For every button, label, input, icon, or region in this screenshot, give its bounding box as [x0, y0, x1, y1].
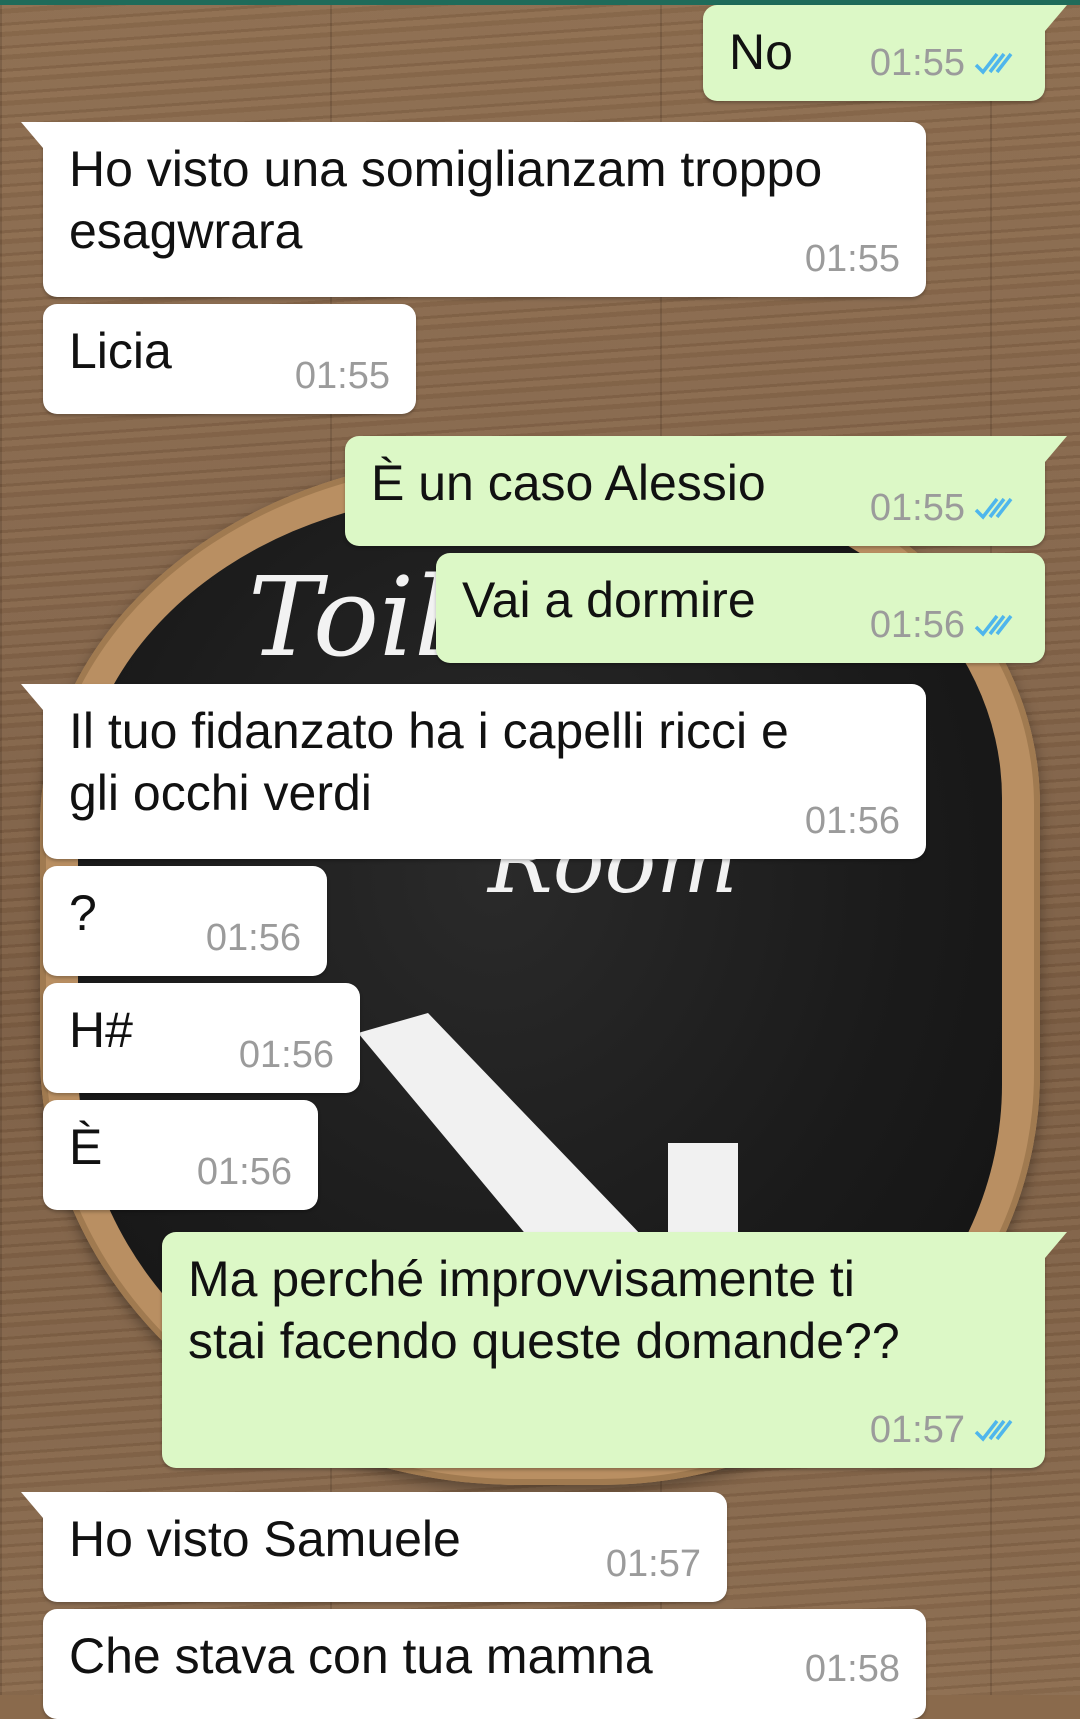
- message-time: 01:58: [804, 1648, 900, 1690]
- message-text: Ho visto una somiglianzam troppo esagwra…: [69, 141, 823, 259]
- message-text: Ma perché improvvisamente ti stai facend…: [188, 1251, 900, 1369]
- message-meta: 01:57: [870, 1410, 1019, 1450]
- message-time: 01:55: [294, 355, 390, 397]
- message-meta: 01:55: [805, 239, 900, 279]
- message-time: 01:57: [605, 1543, 701, 1585]
- outgoing-message[interactable]: Vai a dormire 01:56: [436, 553, 1045, 663]
- message-meta: 01:56: [870, 605, 1019, 645]
- message-meta: 01:55: [870, 488, 1019, 528]
- incoming-message[interactable]: Ho visto Samuele 01:57: [21, 1492, 727, 1602]
- outgoing-message[interactable]: No 01:55: [703, 5, 1067, 101]
- message-text: Il tuo fidanzato ha i capelli ricci e gl…: [69, 703, 789, 821]
- outgoing-message[interactable]: È un caso Alessio 01:55: [345, 436, 1067, 546]
- incoming-message[interactable]: H# 01:56: [43, 983, 360, 1093]
- incoming-message[interactable]: Ho visto una somiglianzam troppo esagwra…: [21, 122, 926, 297]
- message-time: 01:56: [205, 917, 301, 959]
- message-time: 01:56: [196, 1151, 292, 1193]
- message-time: 01:56: [804, 800, 900, 842]
- message-meta: 01:55: [295, 356, 390, 396]
- message-time: 01:56: [869, 604, 965, 646]
- incoming-message[interactable]: Licia 01:55: [43, 304, 416, 414]
- message-meta: 01:56: [197, 1152, 292, 1192]
- message-meta: 01:58: [805, 1649, 900, 1689]
- message-meta: 01:56: [239, 1035, 334, 1075]
- incoming-message[interactable]: È 01:56: [43, 1100, 318, 1210]
- message-time: 01:57: [869, 1409, 965, 1451]
- double-check-read-icon: [974, 52, 1013, 75]
- outgoing-message[interactable]: Ma perché improvvisamente ti stai facend…: [162, 1232, 1067, 1468]
- incoming-message[interactable]: Che stava con tua mamna 01:58: [43, 1609, 926, 1719]
- double-check-read-icon: [974, 1419, 1013, 1442]
- message-time: 01:55: [804, 238, 900, 280]
- message-time: 01:55: [869, 42, 965, 84]
- message-list[interactable]: No 01:55 Ho visto una somiglianzam tropp…: [0, 0, 1080, 1719]
- incoming-message[interactable]: ? 01:56: [43, 866, 327, 976]
- message-meta: 01:56: [805, 801, 900, 841]
- message-time: 01:56: [238, 1034, 334, 1076]
- message-meta: 01:55: [870, 43, 1019, 83]
- message-meta: 01:57: [606, 1544, 701, 1584]
- double-check-read-icon: [974, 614, 1013, 637]
- message-meta: 01:56: [206, 918, 301, 958]
- incoming-message[interactable]: Il tuo fidanzato ha i capelli ricci e gl…: [21, 684, 926, 859]
- double-check-read-icon: [974, 497, 1013, 520]
- message-text: Che stava con tua mamna: [69, 1628, 653, 1684]
- message-time: 01:55: [869, 487, 965, 529]
